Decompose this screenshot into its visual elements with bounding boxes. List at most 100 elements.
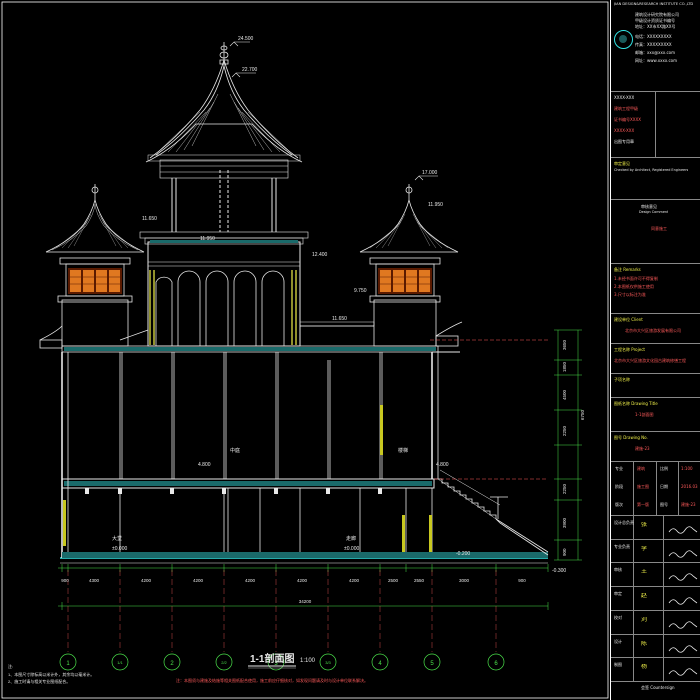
right-dim-6: 3900 (562, 517, 567, 528)
room-label-stair: 楼梯 (398, 447, 408, 454)
sign-role-label: 设计 (614, 638, 622, 644)
signature-scribble-icon (668, 639, 698, 653)
signature-scribble-icon (668, 662, 698, 676)
elev-roof-label: 22.700 (242, 67, 258, 73)
company-line-6: 网址：www.xxxx.com (635, 58, 678, 63)
elev-zero-label: ±0.000 (112, 546, 127, 552)
signature-scribble-icon (668, 567, 698, 582)
review-title: 审核意见 (641, 204, 657, 209)
tb-remarks: 备注 Remarks 1.未经书面许可不得复制 2.本图纸仅供施工使用 3.尺寸… (611, 264, 700, 314)
bottom-dim-2: 4200 (141, 578, 152, 583)
right-dim-7: 900 (562, 548, 567, 556)
bottom-dim-1: 4300 (89, 578, 100, 583)
elev-11b-label: 11.950 (200, 236, 215, 242)
review-red: 同意施工 (651, 226, 667, 231)
grid-0-0: 专业 (615, 466, 623, 471)
sign-name: 王 (641, 569, 648, 575)
company-line-0: 建筑设计研究院有限公司 (635, 12, 679, 17)
grid-0-1: 建筑 (637, 466, 645, 471)
tb-approval: 审定意见 Checked by Architect, Registered En… (611, 158, 700, 200)
elev-neg-right-label: -0.300 (552, 568, 566, 574)
elev-neg-label: -0.200 (456, 551, 470, 557)
total-dim: 34200 (299, 599, 312, 604)
note-2: 2、施工时请与相关专业图纸配合。 (8, 678, 70, 684)
drawing-label: 图纸名称 Drawing Title (614, 401, 658, 406)
right-dim-2: 4500 (562, 389, 567, 400)
sign-name: 赵 (641, 593, 648, 599)
bottom-dim-5: 4200 (297, 578, 308, 583)
section-title: 1-1剖面图 (250, 652, 294, 665)
elev-11-label: 11.650 (142, 216, 157, 222)
tb-drawing: 图纸名称 Drawing Title 1-1剖面图 (611, 398, 700, 432)
elev-4b-label: 4.800 (436, 462, 449, 468)
door-right (402, 515, 405, 553)
bottom-dim-8: 2550 (414, 578, 425, 583)
remark-0: 1.未经书面许可不得复制 (614, 276, 658, 281)
remarks-label: 备注 Remarks (614, 267, 641, 272)
tb-review: 审核意见 Design Comment 同意施工 (611, 200, 700, 264)
project-name: 北京市大兴区旅游文化园古建筑修缮工程 (614, 358, 686, 363)
room-label-lobby2: 大堂 (112, 535, 122, 542)
signature-scribble-icon (668, 544, 698, 558)
sign-role-label: 设计总负责 (614, 520, 634, 525)
company-line-5: 邮箱：xxx@xxx.com (635, 50, 676, 55)
sign-name: 张 (641, 522, 648, 527)
sign-row: 审核 王 (611, 563, 700, 588)
signature-scribble-icon (668, 520, 698, 534)
section-drawing: 24.500 22.700 17.000 11.650 11.950 12.40… (0, 0, 610, 700)
sign-row: 专业负责 李 (611, 539, 700, 564)
client-label: 建设单位 Client (614, 317, 643, 322)
grid-0-3: 1:100 (681, 466, 693, 471)
sign-row: 设计总负责 张 (611, 516, 700, 540)
elev-9-label: 9.750 (354, 288, 367, 294)
remark-1: 2.本图纸仅供施工使用 (614, 284, 654, 289)
client-name: 北京市大兴区旅游发展有限公司 (625, 328, 681, 333)
room-label-lobby: 中庭 (230, 447, 240, 454)
bottom-dim-6: 4200 (349, 578, 360, 583)
bottom-dim-0: 900 (61, 578, 69, 583)
right-dim-0: 3650 (562, 339, 567, 350)
grid-0-2: 比例 (660, 466, 668, 471)
sign-name: 李 (641, 545, 648, 551)
tb-subitem: 子项名称 (611, 374, 700, 398)
sign-role-label: 校对 (614, 614, 622, 620)
grid-2-3: 建施-23 (681, 502, 696, 507)
drawing-title: 1-1剖面图 (635, 412, 654, 417)
signature-scribble-icon (668, 615, 698, 629)
grid-1-3: 2016.03 (681, 484, 698, 489)
elev-9b-label: 11.650 (332, 316, 347, 322)
review-sub: Design Comment (639, 210, 669, 214)
project-label: 工程名称 Project (614, 347, 645, 352)
right-dim-1: 1850 (562, 361, 567, 372)
elev-12-label: 12.400 (312, 252, 328, 258)
tb-drawing-no: 图号 Drawing No. 建施-23 (611, 432, 700, 462)
sign-row: 制图 杨 (611, 658, 700, 682)
tb-company: JIAN DESIGN&RESEARCH INSTITUTE CO.,LTD 建… (611, 0, 700, 92)
cert-1: 建筑工程甲级 (614, 106, 638, 111)
seal-text: 出图专用章 (614, 139, 634, 144)
elev-4-label: 4.800 (198, 462, 211, 468)
red-note: 注：本图须与建施及结施等相关图纸配合使用，施工前应仔细核对，如发现问题请及时与设… (176, 677, 368, 683)
sign-role-label: 审核 (614, 567, 622, 573)
tb-cert: XXXX-XXX 建筑工程甲级 证书编号XXXX XXXX-XXX 出图专用章 (611, 92, 700, 158)
grid-1-0: 阶段 (615, 484, 623, 489)
grid-2-1: 第一版 (637, 502, 649, 507)
cert-3: XXXX-XXX (614, 128, 635, 133)
notes-title: 注: (8, 663, 13, 669)
bottom-dim-4: 4200 (245, 578, 256, 583)
elev-tower-label: 17.000 (422, 170, 438, 176)
axis-label-1-1: 1/1 (117, 660, 123, 665)
approval-title: 审定意见 (614, 161, 630, 166)
tb-grid: 专业 建筑 比例 1:100 阶段 施工图 日期 2016.03 版次 第一版 … (611, 462, 700, 516)
door-left (63, 500, 66, 546)
sign-name: 刘 (641, 616, 648, 622)
company-line-1: 甲级设计资质证书编号 (635, 18, 675, 23)
bottom-dim-3: 4200 (193, 578, 204, 583)
elev-12b-label: 11.950 (428, 202, 443, 208)
section-scale: 1:100 (300, 658, 316, 664)
sign-name: 陈 (641, 640, 648, 646)
elev-zero2-label: ±0.000 (344, 546, 359, 552)
tb-client: 建设单位 Client 北京市大兴区旅游发展有限公司 (611, 314, 700, 344)
bottom-dim-7: 2500 (388, 578, 399, 583)
sign-row: 设计 陈 (611, 634, 700, 659)
